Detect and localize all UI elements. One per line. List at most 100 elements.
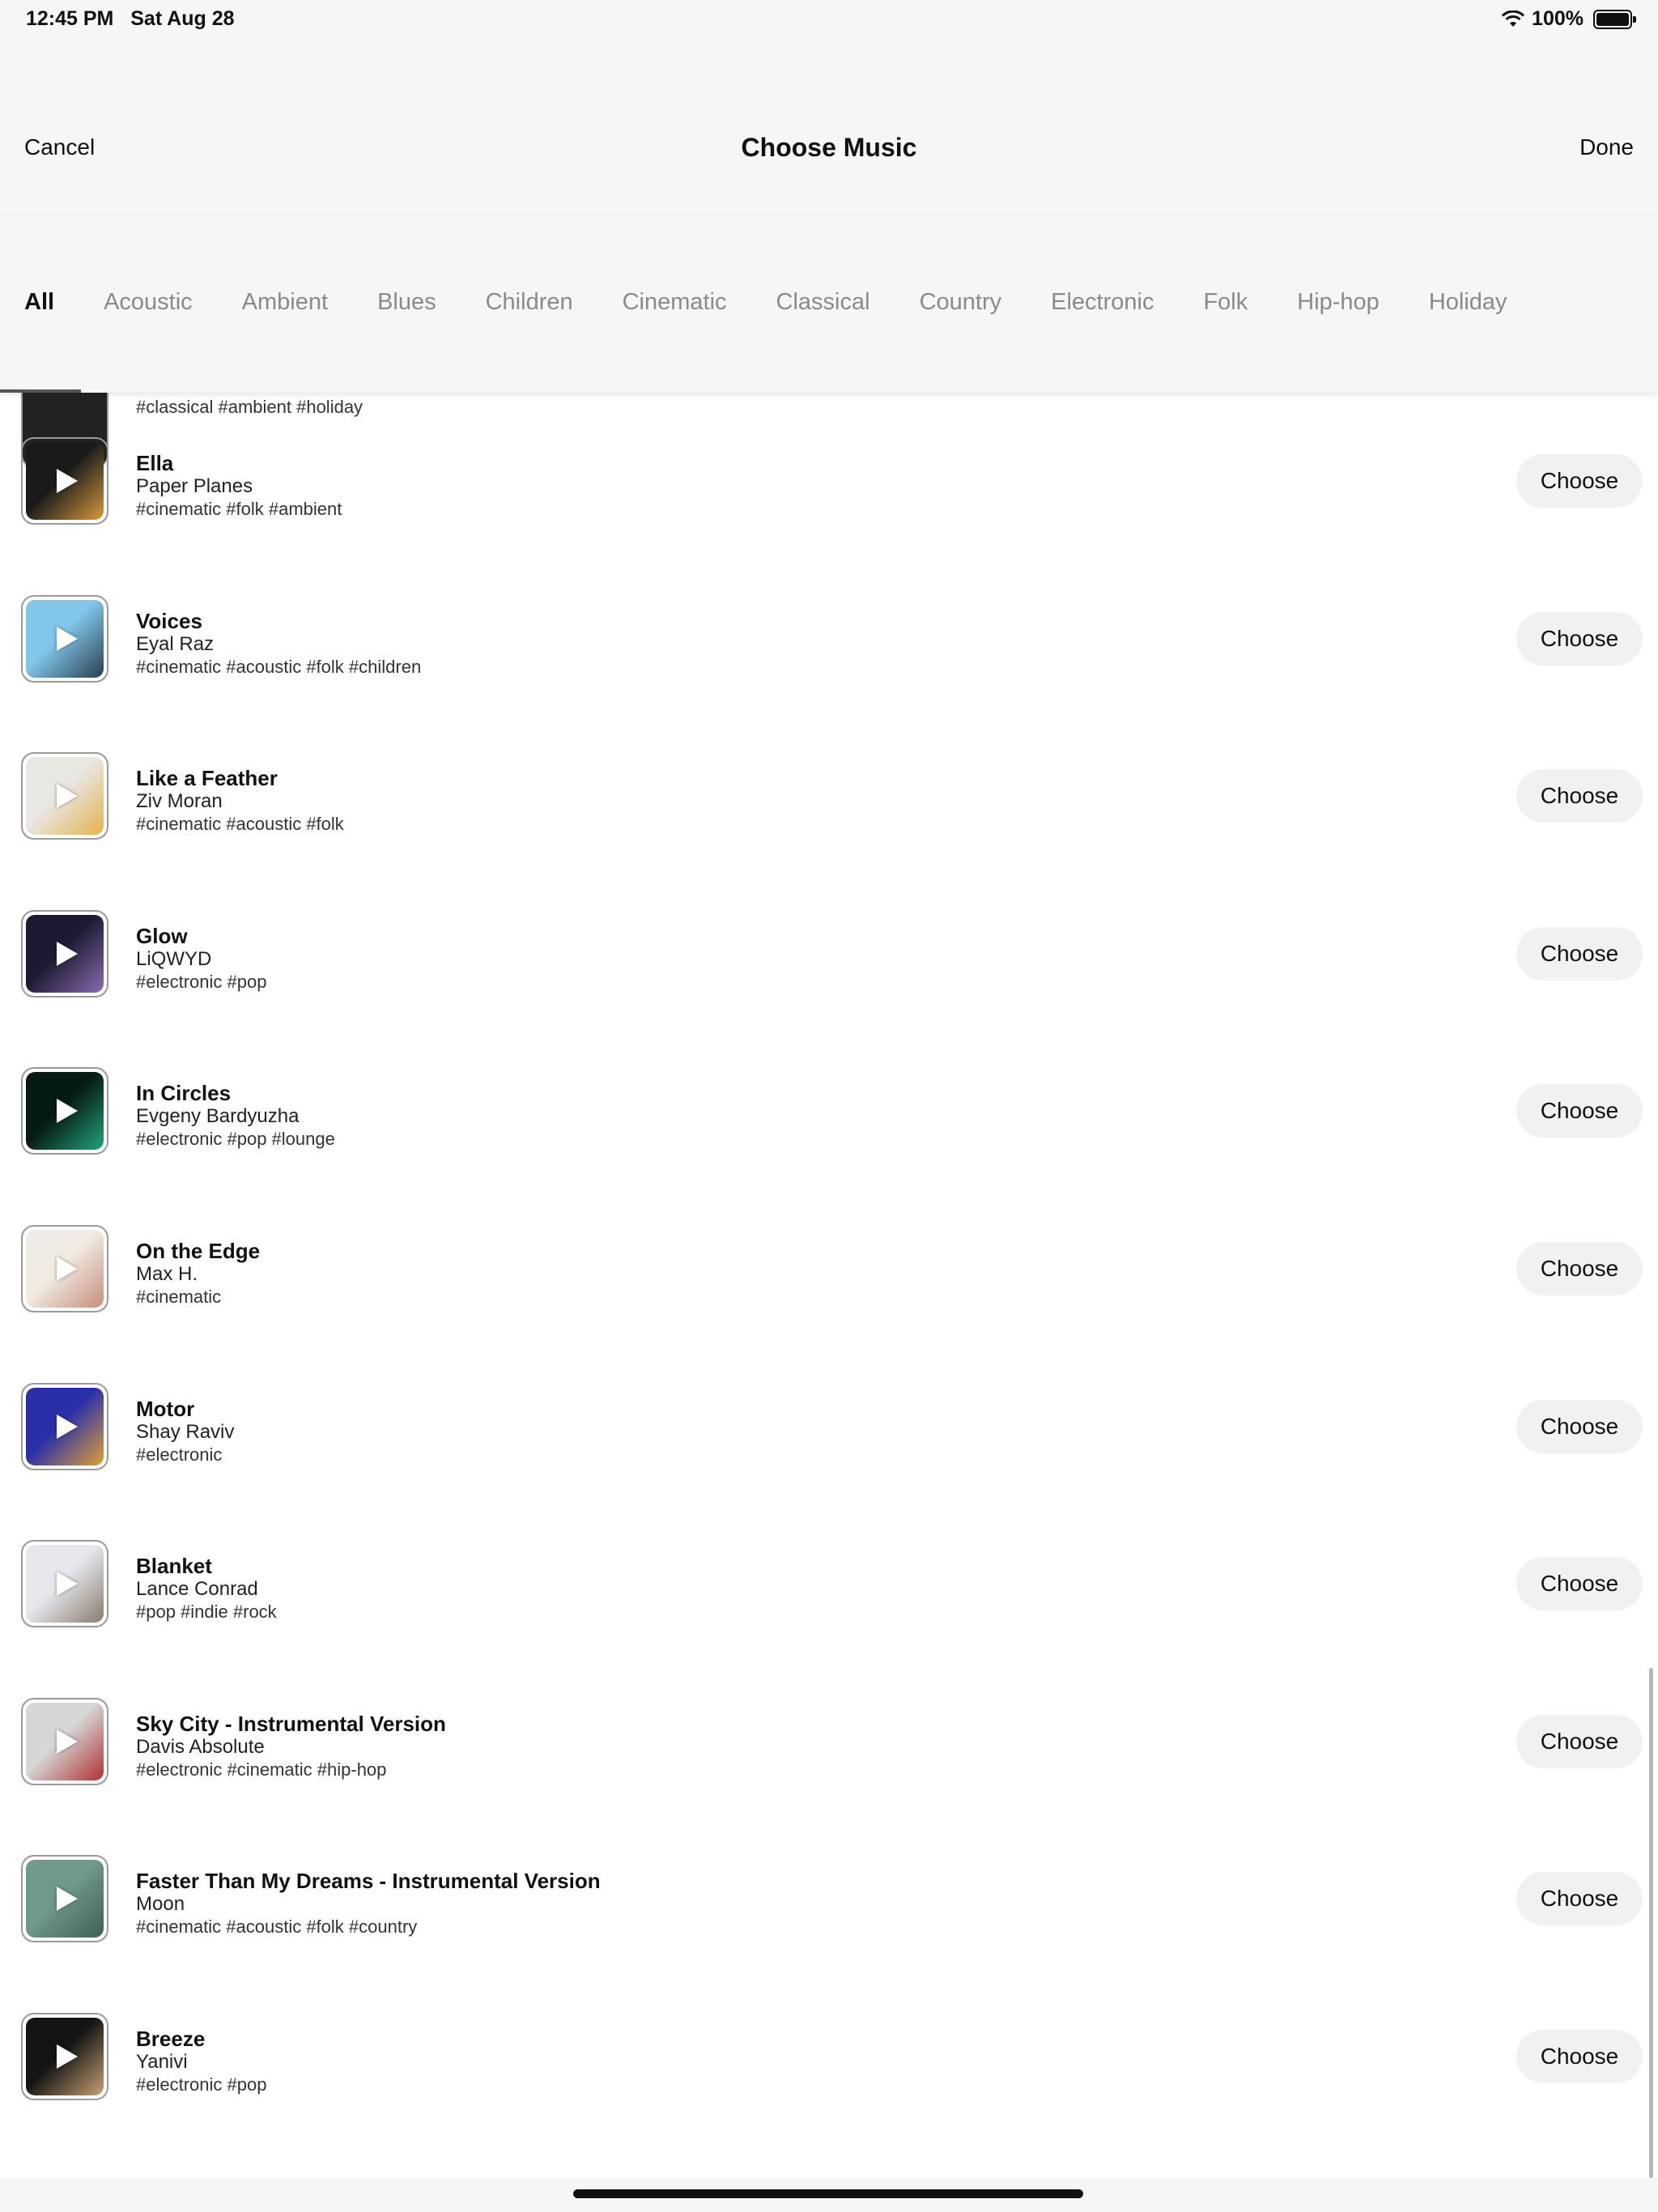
done-button[interactable]: Done bbox=[1579, 134, 1634, 160]
tab-all[interactable]: All bbox=[24, 289, 54, 316]
track-artist: Shay Raviv bbox=[136, 1421, 235, 1443]
choose-button[interactable]: Choose bbox=[1516, 1400, 1643, 1453]
track-row[interactable]: Blanket Lance Conrad #pop #indie #rock Choo… bbox=[0, 1505, 1658, 1662]
battery-icon bbox=[1593, 9, 1636, 29]
album-art-play-button[interactable] bbox=[21, 2013, 108, 2100]
track-tags: #pop #indie #rock bbox=[136, 1602, 277, 1622]
album-art-play-button[interactable] bbox=[21, 1067, 108, 1155]
track-artist: Yanivi bbox=[136, 2051, 188, 2073]
choose-button[interactable]: Choose bbox=[1516, 612, 1643, 666]
album-art-play-button[interactable] bbox=[21, 1225, 108, 1312]
album-art-play-button[interactable] bbox=[21, 1383, 108, 1470]
track-row[interactable]: Breeze Yanivi #electronic #pop Choose bbox=[0, 1978, 1658, 2135]
album-art-play-button[interactable] bbox=[21, 437, 108, 525]
scrollbar[interactable] bbox=[1649, 1668, 1653, 2178]
track-title: Breeze bbox=[136, 2027, 206, 2051]
track-title: Glow bbox=[136, 924, 188, 948]
track-artist: Lance Conrad bbox=[136, 1578, 258, 1600]
play-icon bbox=[57, 627, 78, 651]
track-row[interactable]: Faster Than My Dreams - Instrumental Ver… bbox=[0, 1820, 1658, 1977]
status-indicators: 100% bbox=[1501, 7, 1636, 31]
track-tags: #electronic #cinematic #hip-hop bbox=[136, 1759, 387, 1780]
track-tags: #cinematic #folk #ambient bbox=[136, 499, 342, 519]
tab-scroll-indicator bbox=[0, 389, 81, 393]
tab-hip-hop[interactable]: Hip-hop bbox=[1297, 289, 1380, 316]
play-icon bbox=[57, 1887, 78, 1911]
track-title: Sky City - Instrumental Version bbox=[136, 1712, 446, 1736]
tab-ambient[interactable]: Ambient bbox=[242, 289, 328, 316]
play-icon bbox=[57, 1729, 78, 1754]
play-icon bbox=[57, 2044, 78, 2069]
play-icon bbox=[57, 1257, 78, 1281]
status-time-text: 12:45 PM bbox=[26, 7, 114, 30]
choose-button[interactable]: Choose bbox=[1516, 1084, 1643, 1138]
track-title: Faster Than My Dreams - Instrumental Ver… bbox=[136, 1869, 601, 1893]
track-tags: #electronic #pop bbox=[136, 2074, 267, 2095]
track-artist: Ziv Moran bbox=[136, 790, 223, 812]
track-row[interactable]: Glow LiQWYD #electronic #pop Choose bbox=[0, 875, 1658, 1032]
track-artist: Eyal Raz bbox=[136, 633, 215, 655]
track-tags: #electronic #pop #lounge bbox=[136, 1129, 335, 1149]
choose-button[interactable]: Choose bbox=[1516, 1715, 1643, 1768]
track-tags: #cinematic #acoustic #folk bbox=[136, 814, 344, 834]
tab-acoustic[interactable]: Acoustic bbox=[104, 289, 193, 316]
choose-button[interactable]: Choose bbox=[1516, 1242, 1643, 1295]
album-art-play-button[interactable] bbox=[21, 1698, 108, 1785]
choose-button[interactable]: Choose bbox=[1516, 769, 1643, 823]
album-art-play-button[interactable] bbox=[21, 752, 108, 840]
track-row[interactable]: Ella Paper Planes #cinematic #folk #ambien… bbox=[0, 402, 1658, 559]
play-icon bbox=[57, 469, 78, 493]
tab-cinematic[interactable]: Cinematic bbox=[623, 289, 727, 316]
track-row[interactable]: On the Edge Max H. #cinematic Choose bbox=[0, 1190, 1658, 1347]
choose-button[interactable]: Choose bbox=[1516, 454, 1643, 508]
wifi-icon bbox=[1501, 10, 1525, 27]
track-artist: LiQWYD bbox=[136, 948, 212, 970]
tab-country[interactable]: Country bbox=[920, 289, 1002, 316]
tab-children[interactable]: Children bbox=[486, 289, 573, 316]
tab-electronic[interactable]: Electronic bbox=[1051, 289, 1154, 316]
track-tags: #cinematic #acoustic #folk #children bbox=[136, 657, 422, 677]
choose-button[interactable]: Choose bbox=[1516, 1557, 1643, 1610]
track-row[interactable]: In Circles Evgeny Bardyuzha #electronic #p… bbox=[0, 1032, 1658, 1189]
track-artist: Paper Planes bbox=[136, 475, 253, 497]
play-icon bbox=[57, 1572, 78, 1596]
track-title: Ella bbox=[136, 451, 174, 475]
play-icon bbox=[57, 942, 78, 966]
album-art-play-button[interactable] bbox=[21, 1855, 108, 1942]
track-artist: Moon bbox=[136, 1893, 185, 1915]
track-title: Like a Feather bbox=[136, 766, 278, 790]
choose-button[interactable]: Choose bbox=[1516, 1872, 1643, 1925]
track-tags: #cinematic bbox=[136, 1287, 222, 1307]
album-art-play-button[interactable] bbox=[21, 1540, 108, 1627]
track-row[interactable]: Like a Feather Ziv Moran #cinematic #acous… bbox=[0, 717, 1658, 874]
track-row[interactable]: Sky City - Instrumental Version Davis Abs… bbox=[0, 1663, 1658, 1820]
tab-holiday[interactable]: Holiday bbox=[1429, 289, 1507, 316]
track-tags: #electronic bbox=[136, 1444, 223, 1465]
track-row[interactable]: Voices Eyal Raz #cinematic #acoustic #folk… bbox=[0, 560, 1658, 717]
track-title: In Circles bbox=[136, 1081, 232, 1105]
status-bar: 12:45 PM Sat Aug 28 100% bbox=[0, 0, 1658, 39]
tab-blues[interactable]: Blues bbox=[377, 289, 436, 316]
track-title: Blanket bbox=[136, 1554, 212, 1578]
battery-percent: 100% bbox=[1532, 7, 1584, 30]
track-artist: Evgeny Bardyuzha bbox=[136, 1105, 300, 1127]
tab-folk[interactable]: Folk bbox=[1203, 289, 1248, 316]
home-indicator[interactable] bbox=[573, 2189, 1083, 2198]
page-title: Choose Music bbox=[741, 133, 917, 162]
track-title: On the Edge bbox=[136, 1239, 261, 1263]
album-art-play-button[interactable] bbox=[21, 910, 108, 998]
play-icon bbox=[57, 1414, 78, 1439]
choose-button[interactable]: Choose bbox=[1516, 927, 1643, 981]
track-title: Motor bbox=[136, 1397, 195, 1421]
track-artist: Davis Absolute bbox=[136, 1736, 265, 1758]
tab-classical[interactable]: Classical bbox=[776, 289, 870, 316]
status-date-text: Sat Aug 28 bbox=[130, 7, 235, 30]
navigation-bar: Cancel Choose Music Done bbox=[0, 39, 1658, 214]
album-art-play-button[interactable] bbox=[21, 595, 108, 683]
track-row[interactable]: Motor Shay Raviv #electronic Choose bbox=[0, 1348, 1658, 1505]
choose-button[interactable]: Choose bbox=[1516, 2030, 1643, 2083]
track-tags: #electronic #pop bbox=[136, 972, 267, 992]
genre-tab-row: All Acoustic Ambient Blues Children Cinematic… bbox=[24, 289, 1557, 316]
status-time: 12:45 PM Sat Aug 28 bbox=[26, 7, 235, 31]
play-icon bbox=[57, 1099, 78, 1123]
